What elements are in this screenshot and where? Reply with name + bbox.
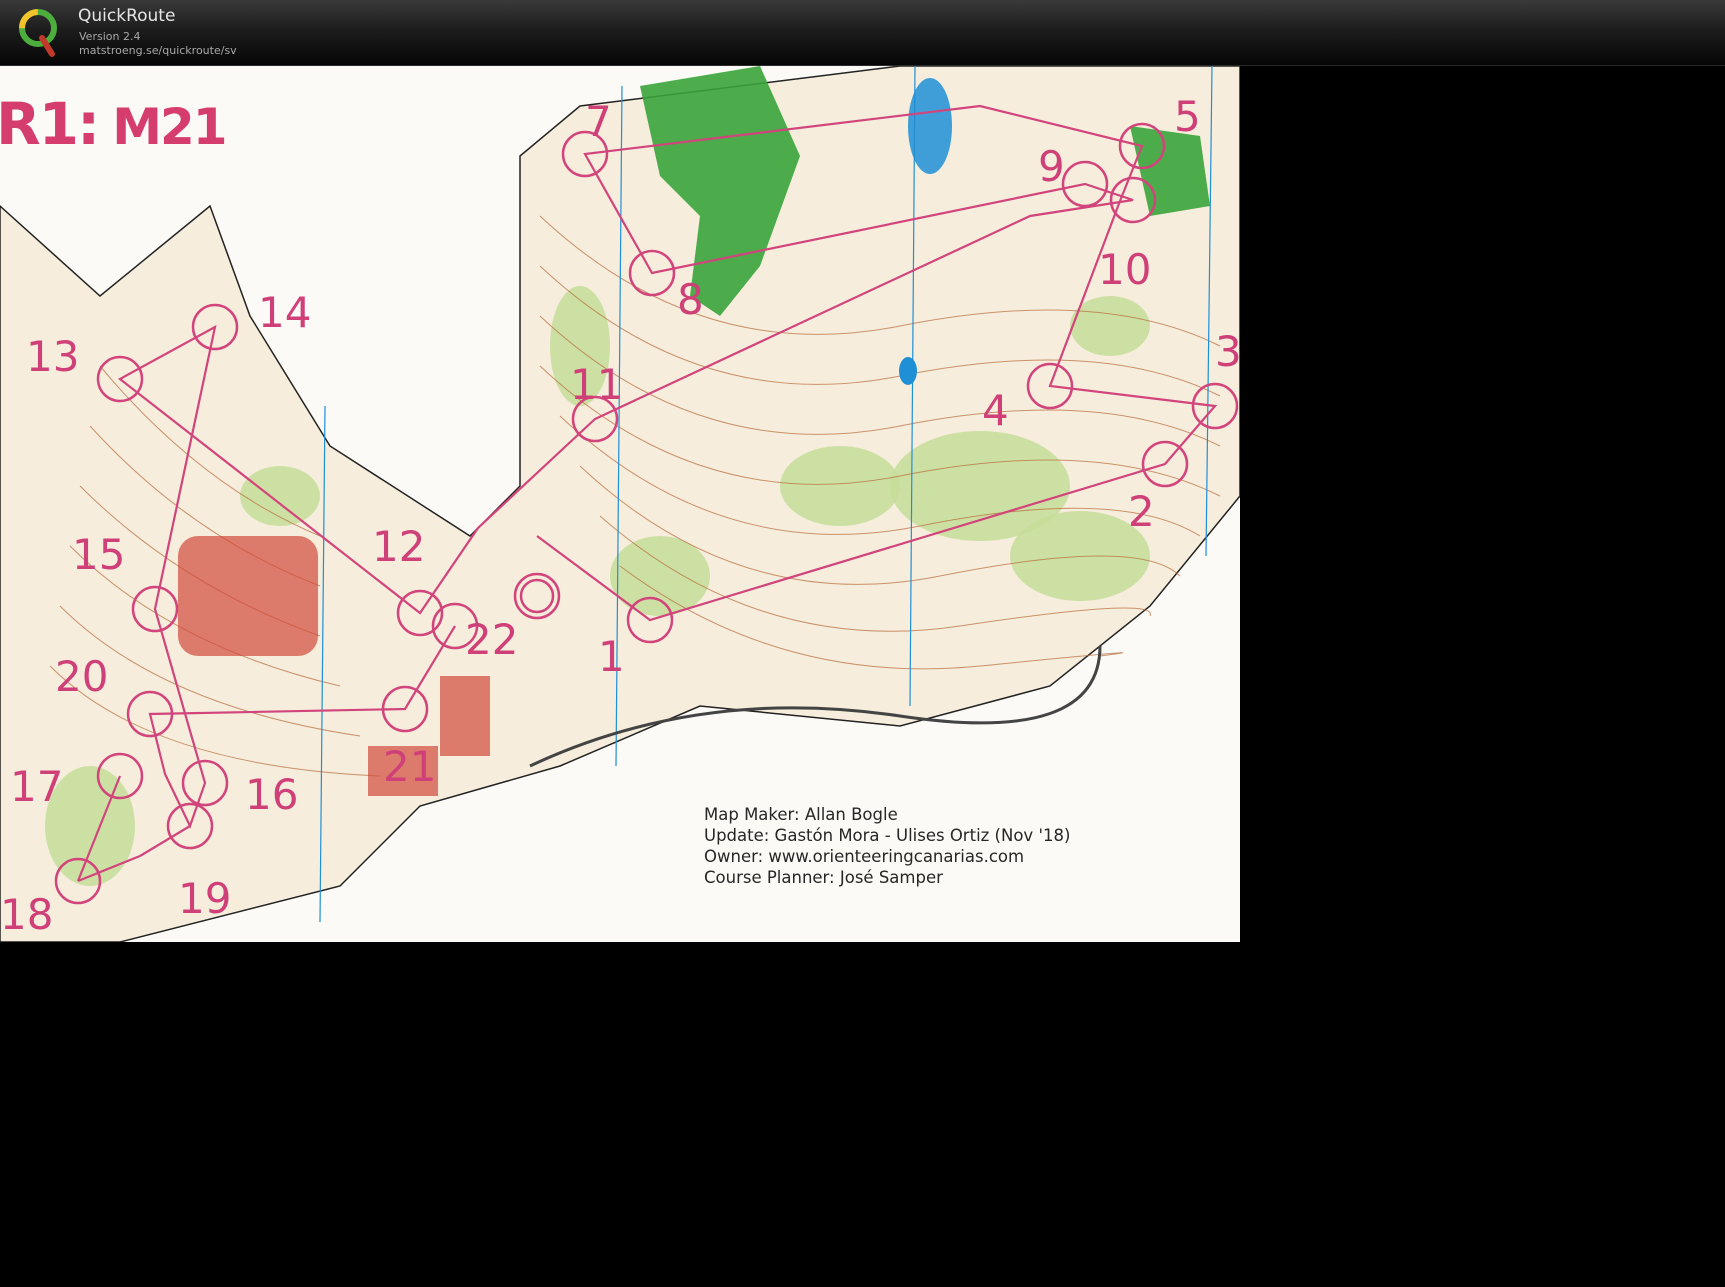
control-number: 19 [178,874,232,923]
control-number: 1 [598,632,625,681]
control-number: 10 [1098,245,1152,294]
credit-update: Update: Gastón Mora - Ulises Ortiz (Nov … [704,826,1071,845]
app-name: QuickRoute [78,6,176,26]
control-number: 21 [383,742,437,791]
control-number: 12 [372,522,426,571]
control-number: 22 [465,615,519,664]
control-number: 3 [1215,327,1240,376]
control-number: 7 [585,97,612,146]
orienteering-map[interactable]: R1: M21 1 2 3 4 5 7 8 9 10 11 12 13 14 15… [0,66,1240,942]
vegetation-4 [610,536,710,616]
control-number: 5 [1174,92,1201,141]
map-title-course: M21 [112,98,227,156]
map-title: R1: M21 [0,90,228,158]
app-version: Version 2.4 [79,30,141,43]
control-number: 18 [0,890,54,939]
control-number: 13 [26,332,80,381]
credit-map-maker: Map Maker: Allan Bogle [704,805,898,824]
control-number: 14 [258,288,312,337]
app-title-bar: QuickRoute Version 2.4 matstroeng.se/qui… [0,0,1725,66]
pond [899,357,917,385]
control-number: 2 [1128,487,1155,536]
credit-owner: Owner: www.orienteeringcanarias.com [704,847,1025,866]
control-number: 8 [677,275,704,324]
control-number: 11 [570,360,624,409]
vegetation-1 [780,446,900,526]
settlement-area [178,536,318,656]
credit-course-planner: Course Planner: José Samper [704,868,943,887]
vegetation-8 [1070,296,1150,356]
control-number: 4 [982,386,1009,435]
control-number: 20 [55,652,109,701]
settlement-area-2 [440,676,490,756]
map-title-prefix: R1: [0,90,100,158]
control-number: 9 [1038,142,1065,191]
map-credits: Map Maker: Allan Bogle Update: Gastón Mo… [704,804,1070,888]
control-number: 15 [72,530,126,579]
app-url[interactable]: matstroeng.se/quickroute/sv [79,44,237,57]
control-number: 17 [10,762,64,811]
quickroute-logo-icon [19,9,57,57]
control-number: 16 [245,770,299,819]
